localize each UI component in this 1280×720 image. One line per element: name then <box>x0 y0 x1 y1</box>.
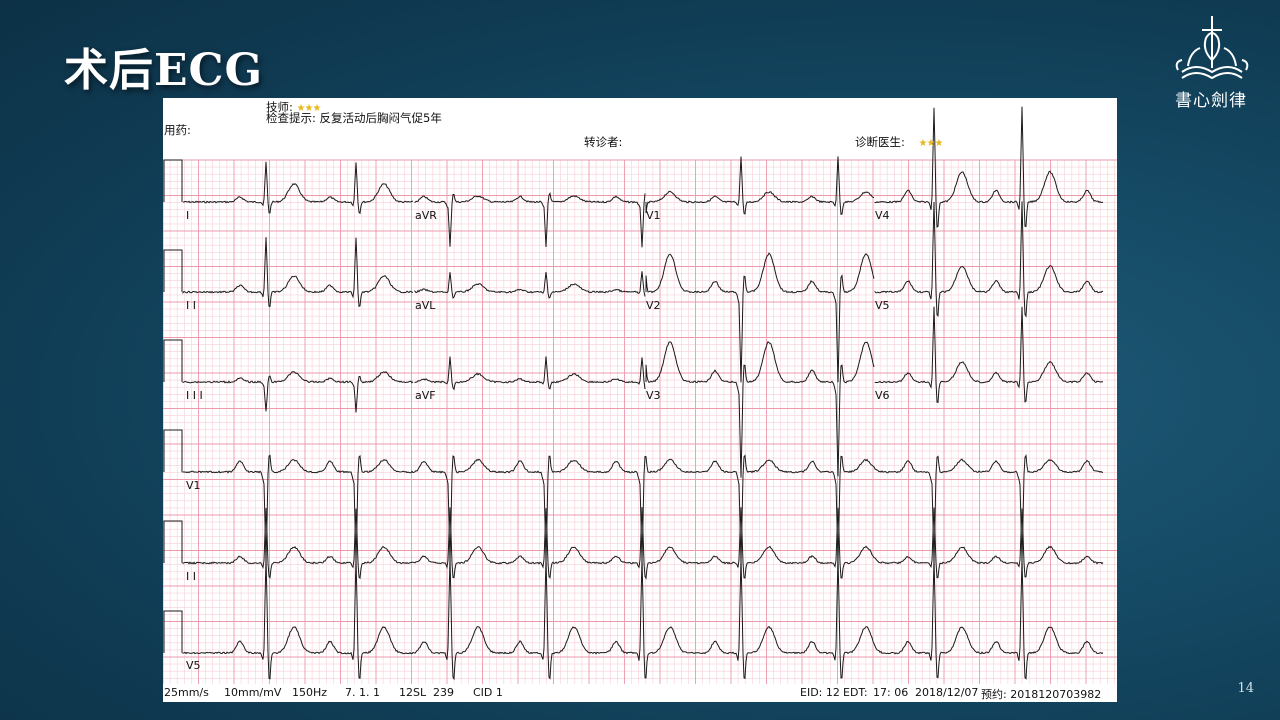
footer-booking-label: 预约: <box>981 688 1007 701</box>
doctor-field: 诊断医生: ★★★ <box>855 134 944 150</box>
footer-code: 239 <box>433 686 454 699</box>
footer-filter: 150Hz <box>292 686 328 699</box>
lead-label-II: I I <box>186 299 196 312</box>
footer-gain: 10mm/mV <box>224 686 282 699</box>
exam-hint-field: 检查提示: 反复活动后胸闷气促5年 <box>266 110 442 126</box>
exam-hint-text: 反复活动后胸闷气促5年 <box>319 111 442 125</box>
calibration-pulse-rhythm-V5 <box>163 610 183 653</box>
footer-booking: 预约: 2018120703982 <box>981 686 1101 702</box>
ecg-trace-V2 <box>645 252 875 383</box>
lead-label-III: I I I <box>186 389 203 402</box>
ecg-trace-V4 <box>874 106 1104 228</box>
medication-label: 用药: <box>164 123 191 137</box>
ecg-grid <box>163 159 1117 684</box>
rhythm-label-V1: V1 <box>186 479 201 492</box>
slide-title: 术后ECG <box>64 45 264 96</box>
lead-label-V2: V2 <box>646 299 661 312</box>
lead-label-V4: V4 <box>875 209 890 222</box>
calibration-pulse-row1 <box>163 249 183 292</box>
grid-minor-lines <box>163 160 1117 684</box>
ecg-trace-V3 <box>645 341 875 478</box>
lead-label-aVR: aVR <box>415 209 437 222</box>
footer-eid: EID: 12 <box>800 686 840 699</box>
lead-label-V3: V3 <box>646 389 661 402</box>
footer-date: 2018/12/07 <box>915 686 979 699</box>
page-number: 14 <box>1237 681 1254 696</box>
logo-text: 書心劍律 <box>1175 91 1247 111</box>
ecg-report: 技师: ★★★ 检查提示: 反复活动后胸闷气促5年 用药: 转诊者: 诊断医生:… <box>163 98 1117 702</box>
footer-booking-number: 2018120703982 <box>1010 688 1102 701</box>
rhythm-label-V5: V5 <box>186 659 201 672</box>
ecg-trace-V5 <box>874 201 1104 318</box>
grid-major-lines <box>163 159 1117 684</box>
footer-time: 17: 06 <box>873 686 909 699</box>
lead-label-aVF: aVF <box>415 389 436 402</box>
lead-label-V5: V5 <box>875 299 890 312</box>
footer-model: 12SL <box>399 686 427 699</box>
footer-cid: CID 1 <box>473 686 503 699</box>
referrer-label: 转诊者: <box>584 135 623 149</box>
footer-edt: EDT: <box>843 686 868 699</box>
ecg-trace-V1 <box>645 156 875 216</box>
doctor-label: 诊断医生: <box>855 135 905 149</box>
ecg-chart <box>163 106 1117 684</box>
exam-hint-label: 检查提示: <box>266 111 316 125</box>
calibration-pulse-rhythm-II <box>163 520 183 563</box>
ecg-trace-V6 <box>874 306 1104 404</box>
lead-label-aVL: aVL <box>415 299 436 312</box>
calibration-pulse-row2 <box>163 339 183 382</box>
lead-label-I: I <box>186 209 190 222</box>
lead-label-V1: V1 <box>646 209 661 222</box>
footer-speed: 25mm/s <box>164 686 209 699</box>
footer-version: 7. 1. 1 <box>345 686 380 699</box>
lead-label-V6: V6 <box>875 389 890 402</box>
rhythm-label-II: I I <box>186 570 196 583</box>
doctor-redacted: ★★★ <box>918 138 944 149</box>
